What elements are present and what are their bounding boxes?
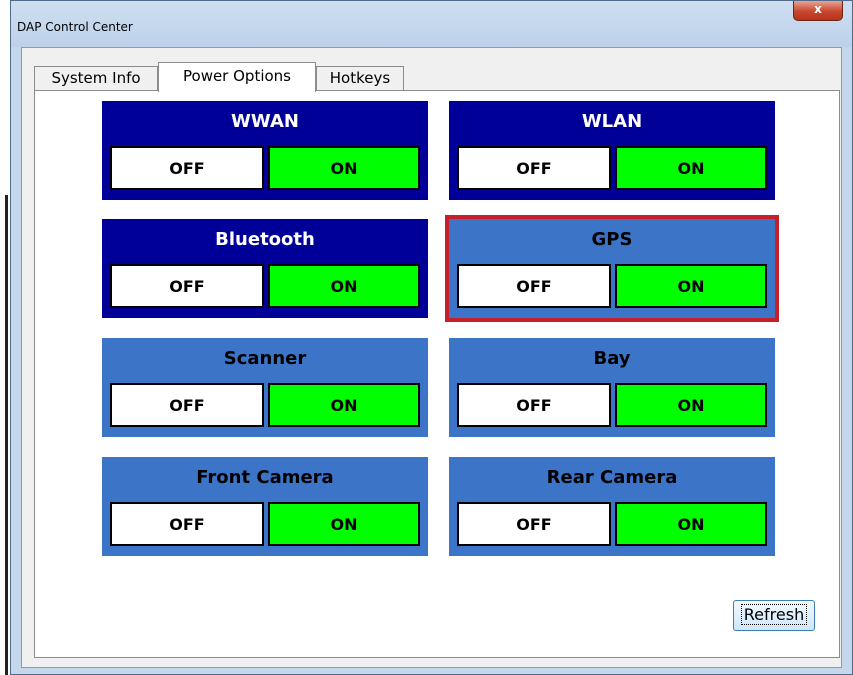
wwan-off-button[interactable]: OFF [110,146,264,190]
tab-system-info[interactable]: System Info [34,66,158,90]
scanner-off-button[interactable]: OFF [110,383,264,427]
group-title: Front Camera [196,467,334,488]
window-title: DAP Control Center [17,20,133,34]
group-title: Bay [593,348,631,369]
close-icon: x [814,2,822,16]
front-camera-off-button[interactable]: OFF [110,502,264,546]
group-rear-camera: Rear Camera OFF ON [449,457,775,556]
rear-camera-on-button[interactable]: ON [615,502,767,546]
group-scanner: Scanner OFF ON [102,338,428,437]
power-options-panel: WWAN OFF ON WLAN OFF ON Bluetooth OFF ON… [34,90,840,658]
group-front-camera: Front Camera OFF ON [102,457,428,556]
wlan-on-button[interactable]: ON [615,146,767,190]
group-wwan: WWAN OFF ON [102,101,428,200]
bluetooth-off-button[interactable]: OFF [110,264,264,308]
group-gps: GPS OFF ON [445,215,779,322]
rear-camera-off-button[interactable]: OFF [457,502,611,546]
group-title: Scanner [223,348,307,369]
group-title: GPS [591,229,633,250]
refresh-label: Refresh [740,604,808,625]
wlan-off-button[interactable]: OFF [457,146,611,190]
tab-power-options[interactable]: Power Options [158,62,316,92]
front-camera-on-button[interactable]: ON [268,502,420,546]
group-title: WLAN [581,111,643,132]
group-title: Rear Camera [546,467,678,488]
scanner-on-button[interactable]: ON [268,383,420,427]
group-bluetooth: Bluetooth OFF ON [102,219,428,318]
gps-on-button[interactable]: ON [615,264,767,308]
tab-label: System Info [51,69,141,87]
bluetooth-on-button[interactable]: ON [268,264,420,308]
group-title: WWAN [231,111,299,132]
bay-on-button[interactable]: ON [615,383,767,427]
background-edge [0,0,10,675]
gps-off-button[interactable]: OFF [457,264,611,308]
tab-label: Hotkeys [329,69,391,87]
refresh-button[interactable]: Refresh [733,600,815,631]
wwan-on-button[interactable]: ON [268,146,420,190]
title-bar[interactable]: DAP Control Center x [11,1,852,47]
background-window-edge [5,195,8,675]
group-wlan: WLAN OFF ON [449,101,775,200]
tab-hotkeys[interactable]: Hotkeys [316,66,404,90]
group-bay: Bay OFF ON [449,338,775,437]
group-title: Bluetooth [215,229,315,250]
close-button[interactable]: x [793,1,843,21]
bay-off-button[interactable]: OFF [457,383,611,427]
tab-label: Power Options [183,67,291,85]
